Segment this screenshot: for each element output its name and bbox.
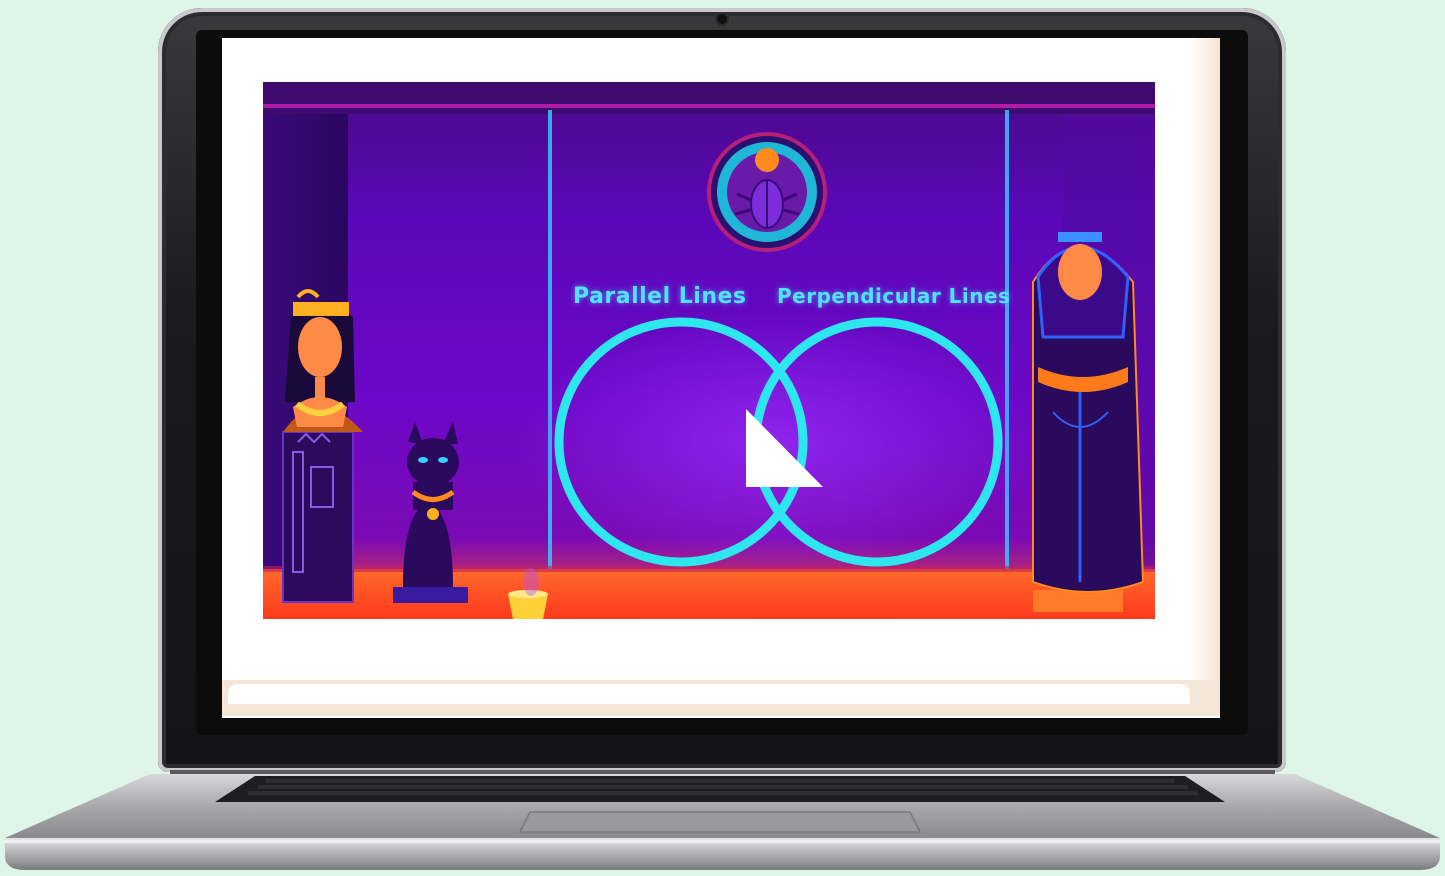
slide-artwork	[263, 82, 1155, 619]
next-card	[228, 684, 1190, 704]
camera-icon	[717, 14, 727, 24]
screen-edge	[1190, 38, 1220, 698]
parallel-lines-label: Parallel Lines	[573, 284, 747, 309]
cleopatra-statue	[282, 289, 363, 603]
scarab-icon	[707, 132, 827, 252]
laptop-base	[5, 770, 1440, 870]
venn-diagram-slide: Parallel Lines Perpendicular Lines	[263, 82, 1155, 619]
perpendicular-lines-label: Perpendicular Lines	[777, 284, 1011, 308]
keyboard-keys	[248, 779, 1198, 795]
trackpad	[518, 811, 922, 833]
sarcophagus-statue	[1032, 232, 1145, 612]
